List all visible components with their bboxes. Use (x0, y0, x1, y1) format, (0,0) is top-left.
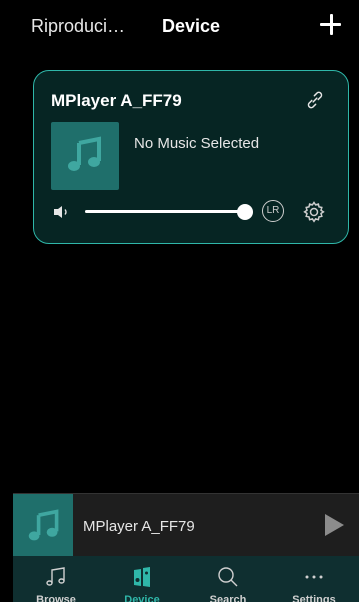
music-note-icon (46, 567, 65, 586)
tab-label: Device (124, 594, 160, 602)
device-icon (134, 567, 150, 587)
lr-channel-button[interactable]: LR (262, 200, 284, 222)
link-icon[interactable] (304, 89, 326, 111)
page-title: Device (162, 16, 221, 36)
device-card[interactable]: MPlayer A_FF79 No Music Selected LR (33, 70, 349, 244)
more-dots-icon (305, 575, 323, 579)
tab-browse[interactable]: Browse (13, 556, 99, 602)
now-playing-text: No Music Selected (134, 135, 260, 152)
music-note-icon (68, 136, 101, 171)
plus-icon[interactable] (317, 10, 345, 38)
mini-player-title: MPlayer A_FF79 (83, 518, 195, 535)
search-icon (218, 567, 238, 587)
tab-label: Settings (292, 594, 336, 602)
volume-knob[interactable] (237, 204, 253, 220)
music-note-icon (28, 509, 59, 541)
tab-settings[interactable]: Settings (271, 556, 357, 602)
volume-fill (85, 210, 245, 213)
tab-bar: Browse Device Search Settings (13, 556, 359, 602)
tab-search[interactable]: Search (185, 556, 271, 602)
back-to-playing-link[interactable]: Riproduci… (31, 16, 125, 37)
play-icon[interactable] (325, 514, 344, 536)
gear-icon[interactable] (302, 200, 326, 224)
tab-label: Search (209, 594, 247, 602)
mini-player[interactable]: MPlayer A_FF79 (13, 493, 359, 557)
volume-slider[interactable] (85, 203, 253, 221)
speaker-icon[interactable] (52, 204, 72, 220)
top-bar: Riproduci… Device (0, 0, 359, 52)
album-art (51, 122, 119, 190)
tab-device[interactable]: Device (99, 556, 185, 602)
tab-label: Browse (36, 594, 76, 602)
mini-album-art (13, 494, 73, 557)
device-name: MPlayer A_FF79 (51, 91, 182, 110)
